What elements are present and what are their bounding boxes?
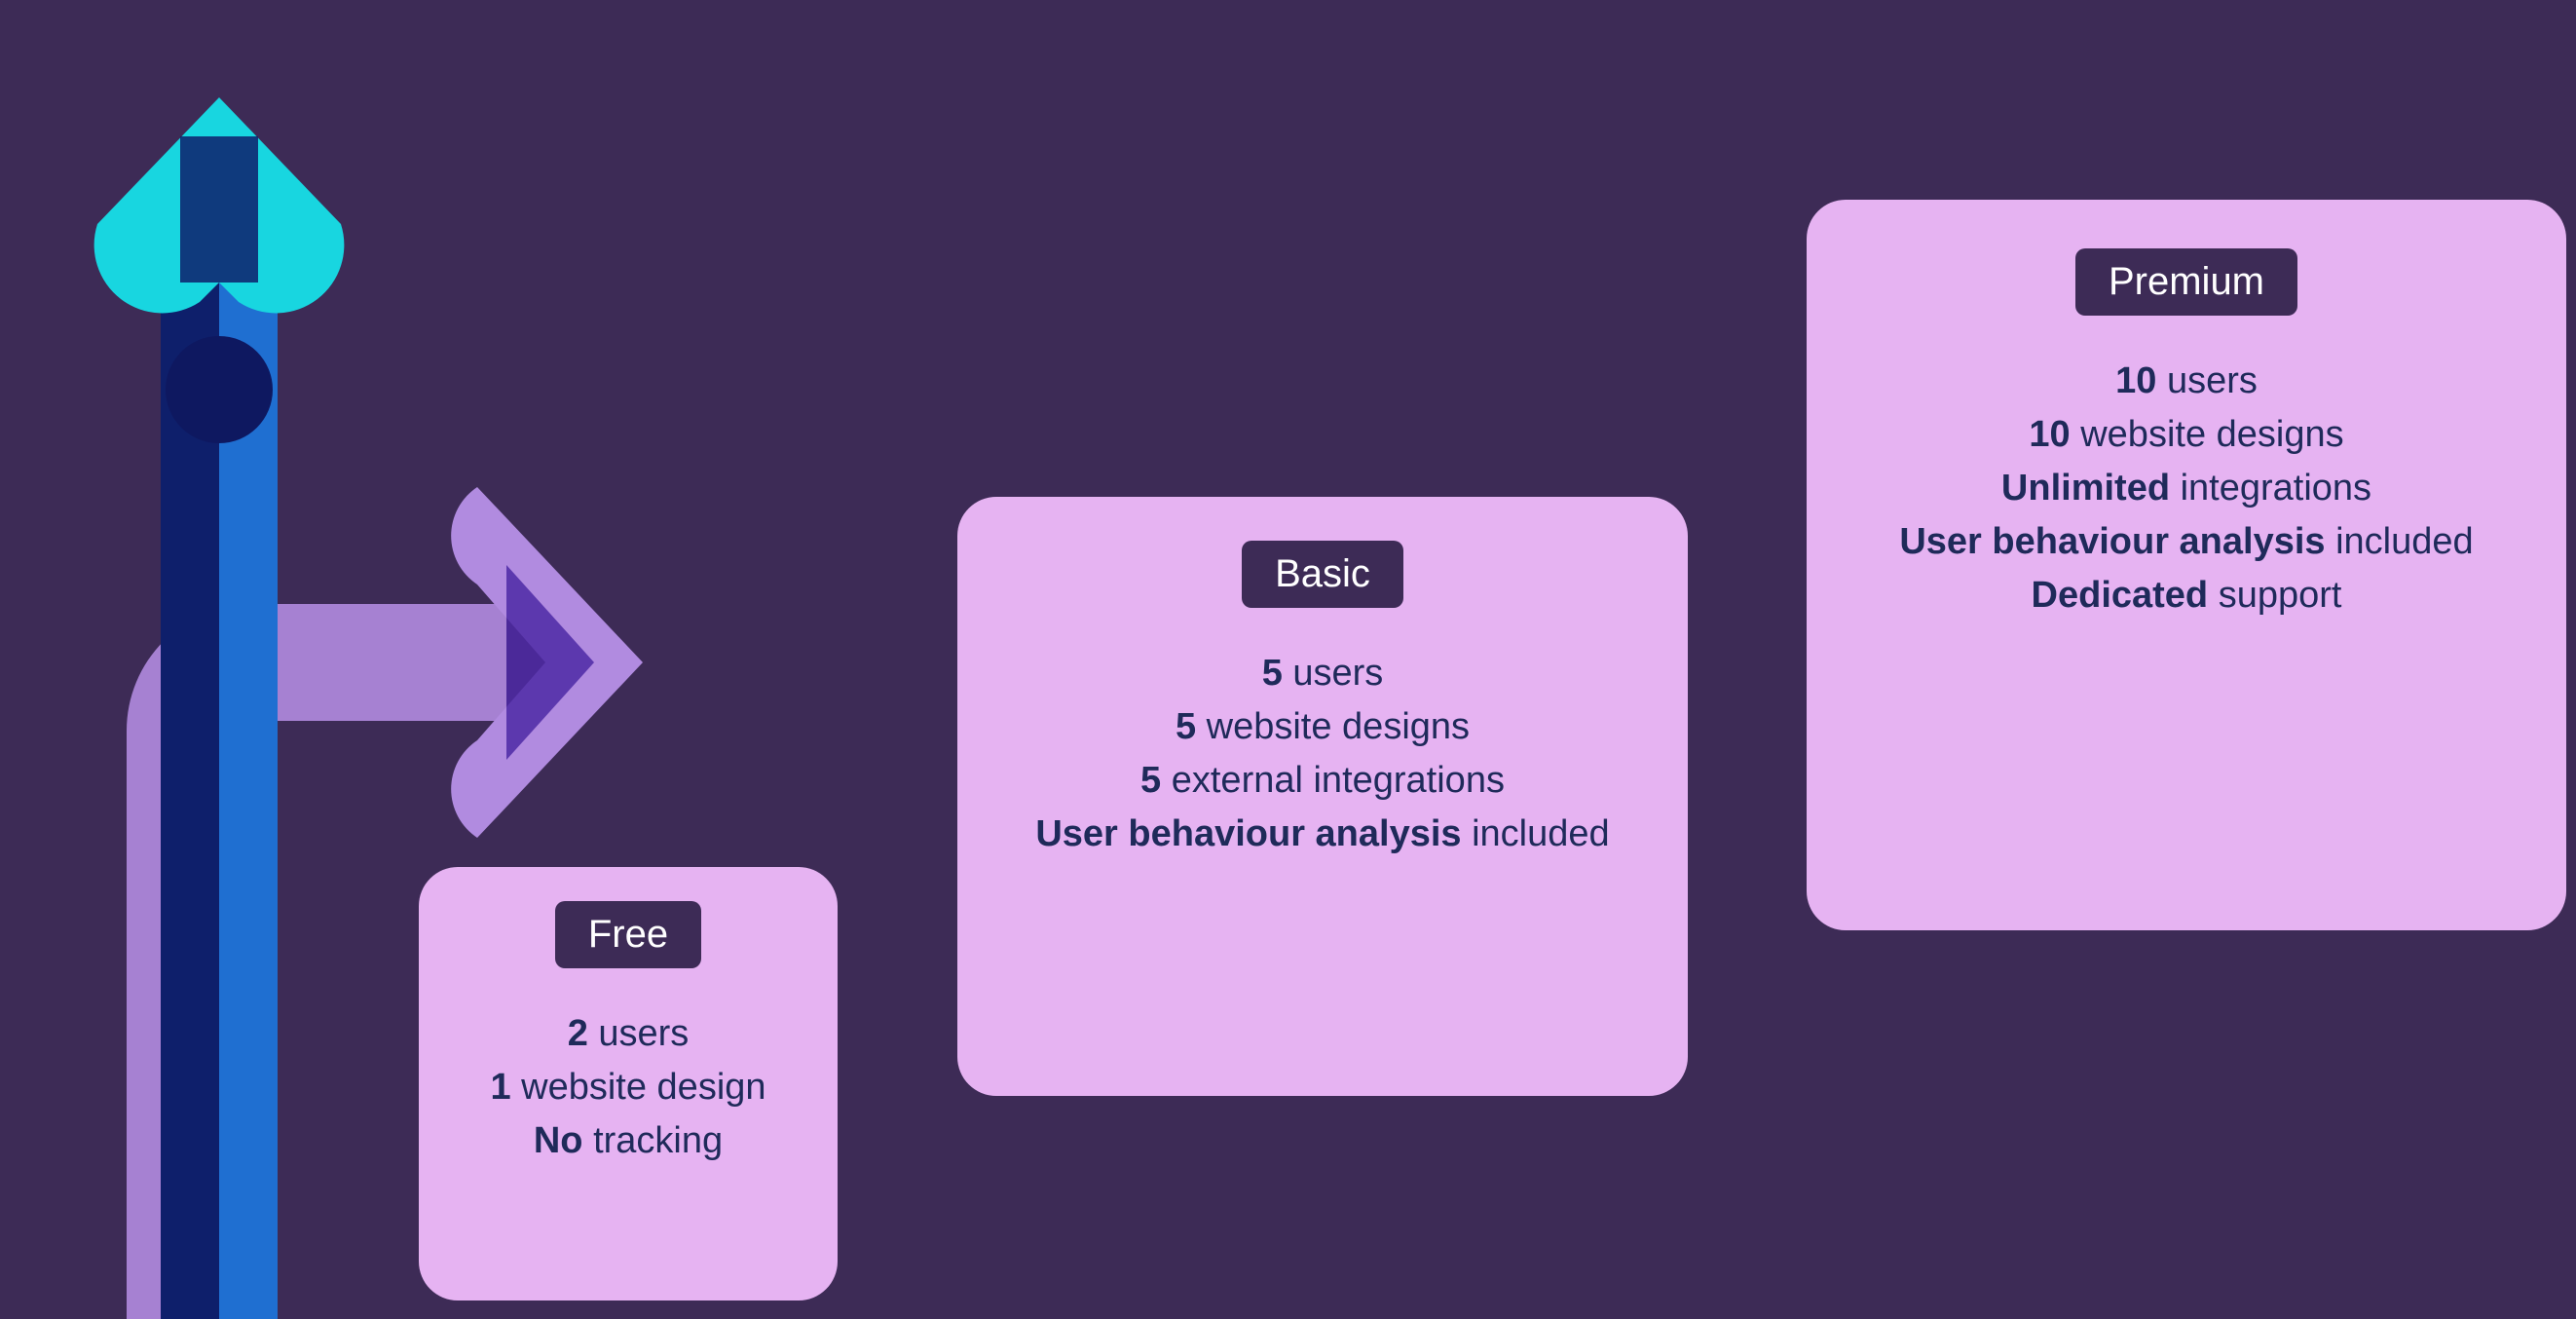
feature-line: User behaviour analysis included bbox=[1807, 515, 2566, 569]
feature-line: Unlimited integrations bbox=[1807, 462, 2566, 515]
tier-card-basic: Basic 5 users5 website designs5 external… bbox=[957, 497, 1688, 1096]
tier-label-premium: Premium bbox=[2075, 248, 2297, 316]
feature-line: 1 website design bbox=[419, 1061, 838, 1114]
feature-line: 5 website designs bbox=[957, 700, 1688, 754]
feature-line: Dedicated support bbox=[1807, 569, 2566, 622]
feature-line: 2 users bbox=[419, 1007, 838, 1061]
tier-card-premium: Premium 10 users10 website designsUnlimi… bbox=[1807, 200, 2566, 930]
feature-line: 10 users bbox=[1807, 355, 2566, 408]
tier-features-free: 2 users1 website designNo tracking bbox=[419, 1007, 838, 1168]
tier-label-basic: Basic bbox=[1242, 541, 1403, 608]
tier-features-basic: 5 users5 website designs5 external integ… bbox=[957, 647, 1688, 861]
tier-label-free: Free bbox=[555, 901, 701, 968]
feature-line: User behaviour analysis included bbox=[957, 808, 1688, 861]
feature-line: 5 users bbox=[957, 647, 1688, 700]
feature-line: 5 external integrations bbox=[957, 754, 1688, 808]
tier-card-free: Free 2 users1 website designNo tracking bbox=[419, 867, 838, 1300]
feature-line: No tracking bbox=[419, 1114, 838, 1168]
feature-line: 10 website designs bbox=[1807, 408, 2566, 462]
tier-features-premium: 10 users10 website designsUnlimited inte… bbox=[1807, 355, 2566, 622]
